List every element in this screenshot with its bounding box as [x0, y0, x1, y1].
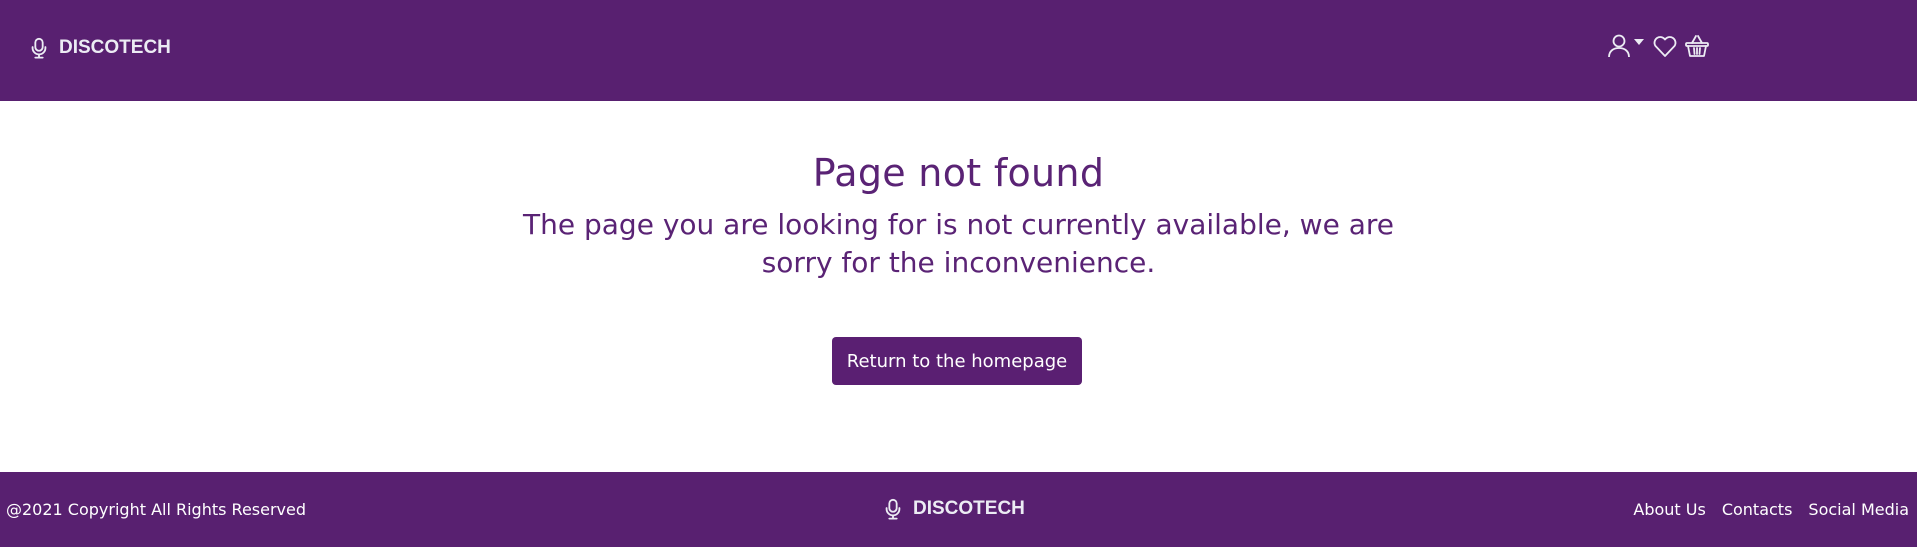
- brand-name: DISCOTECH: [59, 37, 171, 58]
- user-icon[interactable]: [1606, 33, 1632, 59]
- page-footer: @2021 Copyright All Rights Reserved DISC…: [0, 472, 1917, 547]
- footer-link-about-us[interactable]: About Us: [1633, 500, 1705, 519]
- error-message: The page you are looking for is not curr…: [523, 208, 1394, 279]
- not-found-content: Page not found The page you are looking …: [0, 101, 1917, 472]
- microphone-icon: [29, 37, 49, 59]
- copyright-text: @2021 Copyright All Rights Reserved: [6, 500, 307, 519]
- top-navbar: DISCOTECH: [0, 0, 1917, 101]
- footer-brand-name: DISCOTECH: [913, 498, 1025, 519]
- return-homepage-button[interactable]: Return to the homepage: [832, 337, 1082, 385]
- footer-brand-link[interactable]: DISCOTECH: [883, 498, 1025, 520]
- microphone-icon: [883, 498, 903, 520]
- basket-icon[interactable]: [1684, 33, 1710, 59]
- header-actions: [1606, 33, 1710, 59]
- heart-icon[interactable]: [1652, 33, 1678, 59]
- footer-link-contacts[interactable]: Contacts: [1722, 500, 1793, 519]
- footer-nav: About Us Contacts Social Media: [1617, 500, 1909, 519]
- page-title: Page not found: [812, 151, 1105, 195]
- footer-link-social-media[interactable]: Social Media: [1808, 500, 1909, 519]
- brand-logo-link[interactable]: DISCOTECH: [29, 37, 171, 59]
- caret-down-icon[interactable]: [1634, 38, 1644, 46]
